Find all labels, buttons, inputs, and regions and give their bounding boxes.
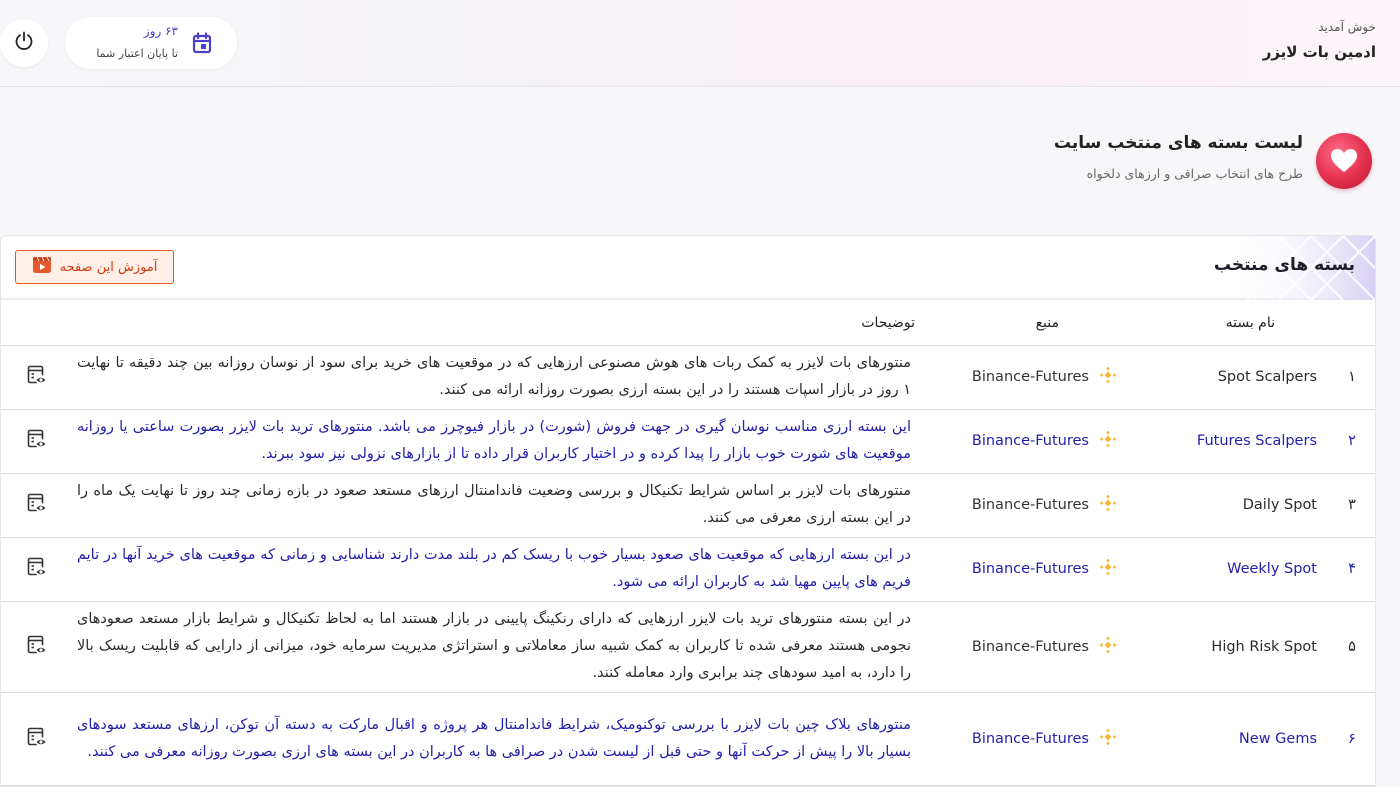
subscription-days: ۶۳ روز bbox=[143, 24, 178, 38]
tutorial-label: آموزش این صفحه bbox=[59, 259, 158, 275]
package-name[interactable]: Spot Scalpers bbox=[1123, 345, 1323, 410]
binance-icon bbox=[1099, 366, 1117, 388]
view-package-button[interactable] bbox=[1, 345, 73, 410]
table-row[interactable]: ۲ Futures Scalpers Binance-Futures این بسته… bbox=[1, 409, 1375, 474]
table-body: ۱ Spot Scalpers Binance-Futures منتورهای با… bbox=[1, 345, 1375, 786]
package-source: Binance-Futures bbox=[921, 692, 1123, 786]
row-index: ۴ bbox=[1323, 537, 1375, 602]
source-label: Binance-Futures bbox=[971, 433, 1089, 449]
source-label: Binance-Futures bbox=[971, 730, 1089, 747]
heart-icon bbox=[1316, 133, 1372, 189]
package-source: Binance-Futures bbox=[921, 601, 1123, 693]
video-icon bbox=[32, 256, 52, 278]
table-row[interactable]: ۵ High Risk Spot Binance-Futures در این بست… bbox=[1, 601, 1375, 693]
table-row[interactable]: ۴ Weekly Spot Binance-Futures در این بسته ا… bbox=[1, 537, 1375, 602]
page-title: لیست بسته های منتخب سایت bbox=[1053, 133, 1303, 153]
source-header: منبع bbox=[921, 302, 1123, 346]
packages-card: بسته های منتخب آموزش این صفحه نام بسته م… bbox=[0, 235, 1376, 787]
description-header: توضیحات bbox=[73, 302, 921, 346]
package-source: Binance-Futures bbox=[921, 345, 1123, 410]
source-label: Binance-Futures bbox=[971, 561, 1089, 577]
row-index: ۳ bbox=[1323, 473, 1375, 538]
calendar-icon bbox=[192, 32, 212, 58]
package-source: Binance-Futures bbox=[921, 409, 1123, 474]
view-list-icon bbox=[26, 635, 48, 660]
tutorial-button[interactable]: آموزش این صفحه bbox=[15, 250, 174, 284]
binance-icon bbox=[1099, 494, 1117, 516]
page-subtitle: طرح های انتخاب صرافی و ارزهای دلخواه bbox=[1086, 166, 1303, 181]
user-name[interactable]: ادمین بات لایزر bbox=[1263, 43, 1376, 61]
subscription-badge[interactable]: ۶۳ روز تا پایان اعتبار شما bbox=[65, 17, 237, 69]
package-description: منتورهای بات لایزر بر اساس شرایط تکنیکال… bbox=[73, 473, 921, 538]
power-icon bbox=[13, 30, 35, 56]
user-greeting: خوش آمدید ادمین بات لایزر bbox=[1263, 20, 1376, 61]
row-index: ۲ bbox=[1323, 409, 1375, 474]
package-description: در این بسته منتورهای ترید بات لایزر ارزه… bbox=[73, 601, 921, 693]
card-header: بسته های منتخب آموزش این صفحه bbox=[1, 236, 1375, 300]
package-name[interactable]: New Gems bbox=[1123, 692, 1323, 786]
package-name[interactable]: High Risk Spot bbox=[1123, 601, 1323, 693]
row-index: ۱ bbox=[1323, 345, 1375, 410]
source-label: Binance-Futures bbox=[971, 638, 1089, 655]
package-description: منتورهای بلاک چین بات لایزر با بررسی توک… bbox=[73, 692, 921, 786]
package-description: این بسته ارزی مناسب نوسان گیری در جهت فر… bbox=[73, 409, 921, 474]
view-list-icon bbox=[26, 727, 48, 752]
source-label: Binance-Futures bbox=[971, 497, 1089, 513]
top-bar: خوش آمدید ادمین بات لایزر ۶۳ روز تا پایا… bbox=[0, 0, 1400, 87]
welcome-text: خوش آمدید bbox=[1318, 20, 1376, 34]
row-index: ۵ bbox=[1323, 601, 1375, 693]
package-name[interactable]: Futures Scalpers bbox=[1123, 409, 1323, 474]
package-source: Binance-Futures bbox=[921, 537, 1123, 602]
action-header bbox=[1, 302, 73, 346]
card-title: بسته های منتخب bbox=[1213, 255, 1355, 275]
view-list-icon bbox=[26, 365, 48, 390]
view-package-button[interactable] bbox=[1, 601, 73, 693]
package-name[interactable]: Weekly Spot bbox=[1123, 537, 1323, 602]
table-row[interactable]: ۱ Spot Scalpers Binance-Futures منتورهای با… bbox=[1, 345, 1375, 410]
view-package-button[interactable] bbox=[1, 692, 73, 786]
view-package-button[interactable] bbox=[1, 473, 73, 538]
name-header: نام بسته bbox=[1123, 302, 1323, 346]
binance-icon bbox=[1099, 636, 1117, 658]
table-header-row: نام بسته منبع توضیحات bbox=[1, 302, 1375, 346]
package-name[interactable]: Daily Spot bbox=[1123, 473, 1323, 538]
view-list-icon bbox=[26, 493, 48, 518]
package-description: در این بسته ارزهایی که موقعیت های صعود ب… bbox=[73, 537, 921, 602]
page-header: لیست بسته های منتخب سایت طرح های انتخاب … bbox=[772, 133, 1372, 193]
package-description: منتورهای بات لایزر به کمک ربات های هوش م… bbox=[73, 345, 921, 410]
subscription-label: تا پایان اعتبار شما bbox=[96, 47, 178, 60]
logout-button[interactable] bbox=[0, 19, 48, 67]
source-label: Binance-Futures bbox=[971, 369, 1089, 385]
view-list-icon bbox=[26, 557, 48, 582]
binance-icon bbox=[1099, 558, 1117, 580]
binance-icon bbox=[1099, 728, 1117, 750]
view-package-button[interactable] bbox=[1, 409, 73, 474]
table-row[interactable]: ۳ Daily Spot Binance-Futures منتورهای بات ل… bbox=[1, 473, 1375, 538]
view-list-icon bbox=[26, 429, 48, 454]
binance-icon bbox=[1099, 430, 1117, 452]
row-index: ۶ bbox=[1323, 692, 1375, 786]
table-row[interactable]: ۶ New Gems Binance-Futures منتورهای بلاک چی… bbox=[1, 692, 1375, 786]
package-source: Binance-Futures bbox=[921, 473, 1123, 538]
packages-table: نام بسته منبع توضیحات ۱ Spot Scalpers Bina… bbox=[1, 302, 1375, 786]
view-package-button[interactable] bbox=[1, 537, 73, 602]
index-header bbox=[1323, 302, 1375, 346]
